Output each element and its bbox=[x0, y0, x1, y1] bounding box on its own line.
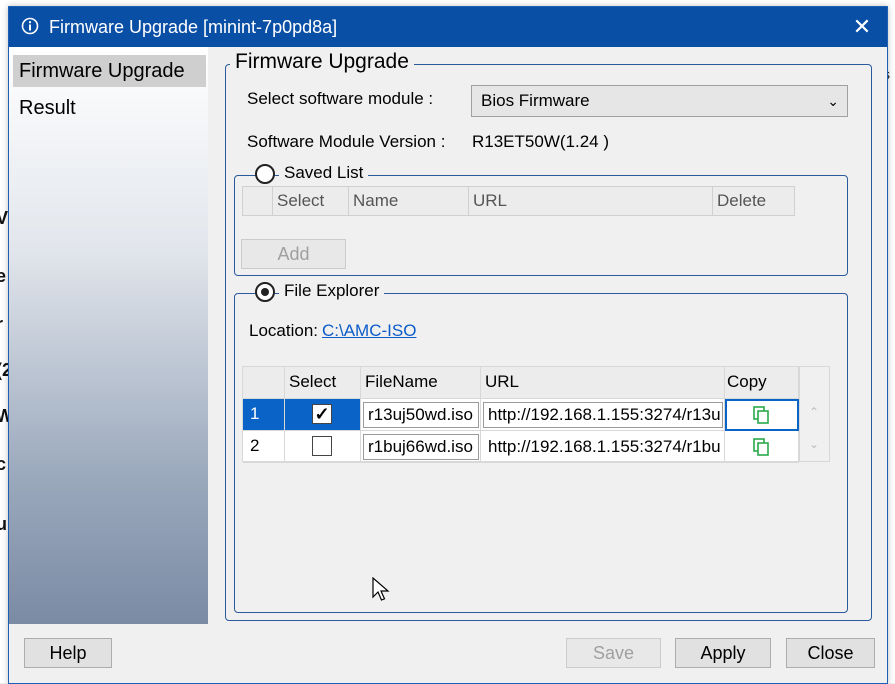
saved-list-radio[interactable] bbox=[255, 164, 275, 184]
software-module-select[interactable]: Bios Firmware ⌄ bbox=[471, 85, 848, 117]
save-button[interactable]: Save bbox=[566, 638, 661, 668]
url-field[interactable]: http://192.168.1.155:3274/r1bu bbox=[483, 434, 723, 460]
mouse-cursor-icon bbox=[372, 577, 390, 601]
file-explorer-label: File Explorer bbox=[279, 281, 385, 301]
scroll-up-icon[interactable]: ⌃ bbox=[809, 405, 819, 419]
help-button[interactable]: Help bbox=[24, 638, 112, 668]
background-fragment: e bbox=[0, 266, 7, 286]
copy-icon[interactable] bbox=[753, 438, 769, 456]
version-label: Software Module Version : bbox=[247, 132, 446, 151]
saved-list-header: Select Name URL Delete bbox=[242, 186, 795, 216]
group-title: Firmware Upgrade bbox=[230, 50, 414, 74]
dialog-title: Firmware Upgrade [minint-7p0pd8a] bbox=[49, 17, 338, 37]
saved-list-col-url[interactable]: URL bbox=[469, 187, 713, 215]
file-col-select[interactable]: Select bbox=[285, 367, 361, 399]
saved-list-rowheader bbox=[243, 187, 273, 215]
url-field[interactable]: http://192.168.1.155:3274/r13u bbox=[483, 402, 723, 428]
row-filename-cell: r13uj50wd.iso bbox=[361, 399, 481, 431]
background-fragment: V bbox=[0, 208, 9, 228]
file-col-filename[interactable]: FileName bbox=[361, 367, 481, 399]
row-copy-cell[interactable] bbox=[725, 399, 799, 431]
file-table-header: Select FileName URL Copy bbox=[243, 367, 799, 399]
file-table-rowheader bbox=[243, 367, 285, 399]
table-row[interactable]: 1 ✓ r13uj50wd.iso http://192.168.1.155:3… bbox=[243, 399, 799, 431]
file-table: Select FileName URL Copy 1 ✓ r13uj50wd.i… bbox=[242, 366, 830, 463]
add-button[interactable]: Add bbox=[241, 239, 346, 269]
table-scrollbar[interactable]: ⌃ ⌄ bbox=[799, 367, 829, 461]
file-col-copy[interactable]: Copy bbox=[725, 367, 799, 399]
scroll-down-icon[interactable]: ⌄ bbox=[809, 437, 819, 451]
background-fragment: c bbox=[0, 454, 7, 474]
title-bar[interactable]: Firmware Upgrade [minint-7p0pd8a] ✕ bbox=[9, 7, 887, 47]
row-index[interactable]: 2 bbox=[243, 431, 285, 463]
nav-item-firmware-upgrade[interactable]: Firmware Upgrade bbox=[13, 55, 206, 87]
row-index[interactable]: 1 bbox=[243, 399, 285, 431]
row-filename-cell: r1buj66wd.iso bbox=[361, 431, 481, 463]
table-row[interactable]: 2 r1buj66wd.iso http://192.168.1.155:327… bbox=[243, 431, 799, 463]
saved-list-col-delete[interactable]: Delete bbox=[713, 187, 794, 215]
info-icon bbox=[21, 17, 39, 35]
row-checkbox[interactable] bbox=[312, 436, 332, 456]
close-window-button[interactable]: ✕ bbox=[847, 13, 877, 41]
apply-button[interactable]: Apply bbox=[675, 638, 771, 668]
row-url-cell: http://192.168.1.155:3274/r13u bbox=[481, 399, 725, 431]
background-fragment: u bbox=[0, 514, 7, 534]
left-navigation: Firmware Upgrade Result bbox=[9, 47, 208, 624]
saved-list-col-select[interactable]: Select bbox=[273, 187, 349, 215]
chevron-down-icon: ⌄ bbox=[827, 93, 839, 109]
file-explorer-radio[interactable] bbox=[255, 282, 275, 302]
filename-field[interactable]: r1buj66wd.iso bbox=[363, 434, 479, 460]
saved-list-label: Saved List bbox=[279, 163, 369, 183]
copy-icon[interactable] bbox=[753, 406, 769, 424]
row-select-cell[interactable]: ✓ bbox=[285, 399, 361, 431]
filename-field[interactable]: r13uj50wd.iso bbox=[363, 402, 479, 428]
saved-list-col-name[interactable]: Name bbox=[349, 187, 469, 215]
location-label: Location: bbox=[249, 321, 318, 340]
close-button[interactable]: Close bbox=[786, 638, 875, 668]
module-label: Select software module : bbox=[247, 89, 434, 108]
nav-item-result[interactable]: Result bbox=[13, 92, 206, 124]
row-select-cell[interactable] bbox=[285, 431, 361, 463]
row-url-cell: http://192.168.1.155:3274/r1bu bbox=[481, 431, 725, 463]
row-copy-cell[interactable] bbox=[725, 431, 799, 463]
software-module-value: Bios Firmware bbox=[481, 91, 590, 110]
file-col-url[interactable]: URL bbox=[481, 367, 725, 399]
row-checkbox[interactable]: ✓ bbox=[312, 404, 332, 424]
version-value: R13ET50W(1.24 ) bbox=[472, 132, 609, 151]
background-fragment: r bbox=[0, 314, 3, 335]
firmware-upgrade-dialog: Firmware Upgrade [minint-7p0pd8a] ✕ Firm… bbox=[8, 6, 888, 684]
location-link[interactable]: C:\AMC-ISO bbox=[322, 321, 416, 341]
